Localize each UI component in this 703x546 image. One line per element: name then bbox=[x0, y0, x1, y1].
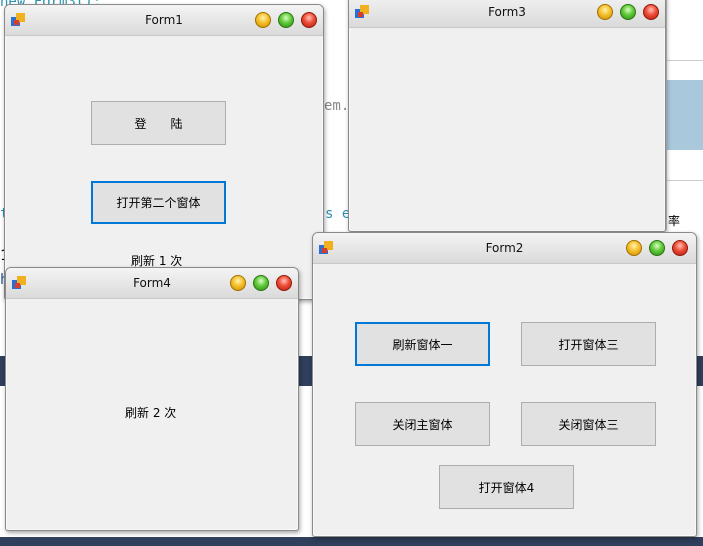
close-icon[interactable] bbox=[301, 12, 317, 28]
minimize-icon[interactable] bbox=[597, 4, 613, 20]
minimize-icon[interactable] bbox=[230, 275, 246, 291]
window-title: Form3 bbox=[488, 5, 526, 19]
login-button[interactable]: 登 陆 bbox=[91, 101, 226, 145]
form2-titlebar[interactable]: Form2 bbox=[313, 233, 696, 264]
form4-titlebar[interactable]: Form4 bbox=[6, 268, 298, 299]
open-second-window-button[interactable]: 打开第二个窗体 bbox=[91, 181, 226, 224]
maximize-icon[interactable] bbox=[649, 240, 665, 256]
close-window3-button[interactable]: 关闭窗体三 bbox=[521, 402, 656, 446]
minimize-icon[interactable] bbox=[255, 12, 271, 28]
form3-titlebar[interactable]: Form3 bbox=[349, 0, 665, 28]
close-icon[interactable] bbox=[276, 275, 292, 291]
maximize-icon[interactable] bbox=[253, 275, 269, 291]
minimize-icon[interactable] bbox=[626, 240, 642, 256]
close-main-window-button[interactable]: 关闭主窗体 bbox=[355, 402, 490, 446]
ide-right-grid bbox=[666, 0, 703, 230]
form4-window: Form4 刷新 2 次 bbox=[5, 267, 299, 531]
ide-bottom-bar bbox=[0, 537, 703, 546]
refresh-count-label: 刷新 2 次 bbox=[125, 406, 177, 420]
code-fragment: s e bbox=[325, 206, 351, 222]
maximize-icon[interactable] bbox=[620, 4, 636, 20]
form1-window: Form1 登 陆 打开第二个窗体 刷新 1 次 bbox=[4, 4, 324, 300]
close-icon[interactable] bbox=[672, 240, 688, 256]
maximize-icon[interactable] bbox=[278, 12, 294, 28]
window-title: Form1 bbox=[145, 13, 183, 27]
code-fragment: em. bbox=[324, 98, 350, 114]
refresh-window1-button[interactable]: 刷新窗体一 bbox=[355, 322, 490, 366]
background-label: 率 bbox=[668, 214, 681, 228]
close-icon[interactable] bbox=[643, 4, 659, 20]
open-window3-button[interactable]: 打开窗体三 bbox=[521, 322, 656, 366]
form1-titlebar[interactable]: Form1 bbox=[5, 5, 323, 36]
open-window4-button[interactable]: 打开窗体4 bbox=[439, 465, 574, 509]
form2-window: Form2 刷新窗体一 打开窗体三 关闭主窗体 关闭窗体三 打开窗体4 bbox=[312, 232, 697, 537]
form3-window: Form3 bbox=[348, 0, 666, 232]
